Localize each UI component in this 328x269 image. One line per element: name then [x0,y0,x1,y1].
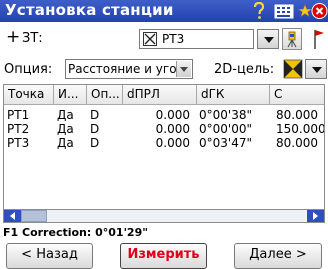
option-select[interactable]: Расстояние и угол [65,59,193,79]
cell-point: PT3 [7,136,30,150]
close-icon[interactable] [311,2,328,20]
table-row[interactable]: PT1 Да D 0.000 0°00'38" 80.000 [4,108,324,122]
cell-delta-hz: 0°00'00" [199,122,252,136]
station-dropdown-button[interactable] [257,29,279,49]
cell-c: 80.000 [276,136,318,150]
scrollbar-thumb[interactable] [21,210,47,222]
table-row[interactable]: PT3 Да D 0.000 0°03'47" 80.000 [4,136,324,150]
chevron-down-icon [312,67,322,73]
column-header-delta-hz[interactable]: dГК [197,85,270,105]
cell-c: 150.000 [276,122,325,136]
cell-delta-distance: 0.000 [155,108,190,122]
station-label: ЗТ: [22,31,43,46]
cell-point: PT2 [7,122,30,136]
status-text: F1 Correction: 0°01'29" [3,226,148,239]
station-point-field[interactable]: PT3 [139,29,254,49]
checked-box-icon[interactable] [143,32,157,46]
scrollbar-track[interactable] [21,210,307,222]
cell-face: D [90,122,100,136]
table-header: Точка И... Оп... dПРЛ dГК С [4,85,324,105]
table-row[interactable]: PT2 Да D 0.000 0°00'00" 150.000 [4,122,325,136]
points-table[interactable]: Точка И... Оп... dПРЛ dГК С PT1 Да D 0.0… [3,84,325,210]
options-row: Опция: Расстояние и угол 2D-цель: [0,57,328,83]
cell-point: PT1 [7,108,30,122]
target-dropdown-button[interactable] [305,59,327,79]
select-arrow-icon [176,61,191,77]
title-bar: Установка станции [0,0,328,22]
scroll-left-arrow-icon[interactable] [4,210,21,222]
cell-delta-distance: 0.000 [155,136,190,150]
add-station-button[interactable]: + [6,27,20,47]
column-header-point[interactable]: Точка [4,85,54,105]
prism-target-icon[interactable] [283,59,303,79]
scroll-right-arrow-icon[interactable] [307,210,324,222]
instrument-icon [287,31,297,48]
cell-use: Да [57,122,74,136]
help-icon[interactable] [252,2,266,20]
option-value: Расстояние и угол [68,62,185,76]
option-label: Опция: [4,62,53,77]
star-icon[interactable] [298,2,312,20]
cell-delta-hz: 0°00'38" [199,108,252,122]
cell-face: D [90,108,100,122]
cell-use: Да [57,108,74,122]
column-header-face[interactable]: Оп... [87,85,123,105]
cell-c: 80.000 [276,108,318,122]
cell-delta-distance: 0.000 [155,122,190,136]
cell-face: D [90,136,100,150]
cell-use: Да [57,136,74,150]
keyboard-icon[interactable] [274,2,294,20]
station-point-value: PT3 [162,32,185,46]
target-pole-icon[interactable] [307,28,327,50]
column-header-use[interactable]: И... [54,85,87,105]
horizontal-scrollbar[interactable] [3,210,325,223]
target-2d-label: 2D-цель: [214,62,275,77]
instrument-button[interactable] [282,28,302,50]
column-header-c[interactable]: С [270,85,324,105]
column-header-delta-distance[interactable]: dПРЛ [123,85,197,105]
cell-delta-hz: 0°03'47" [199,136,252,150]
chevron-down-icon [264,37,274,43]
station-row: + ЗТ: PT3 [0,25,328,55]
window-title: Установка станции [5,1,174,19]
